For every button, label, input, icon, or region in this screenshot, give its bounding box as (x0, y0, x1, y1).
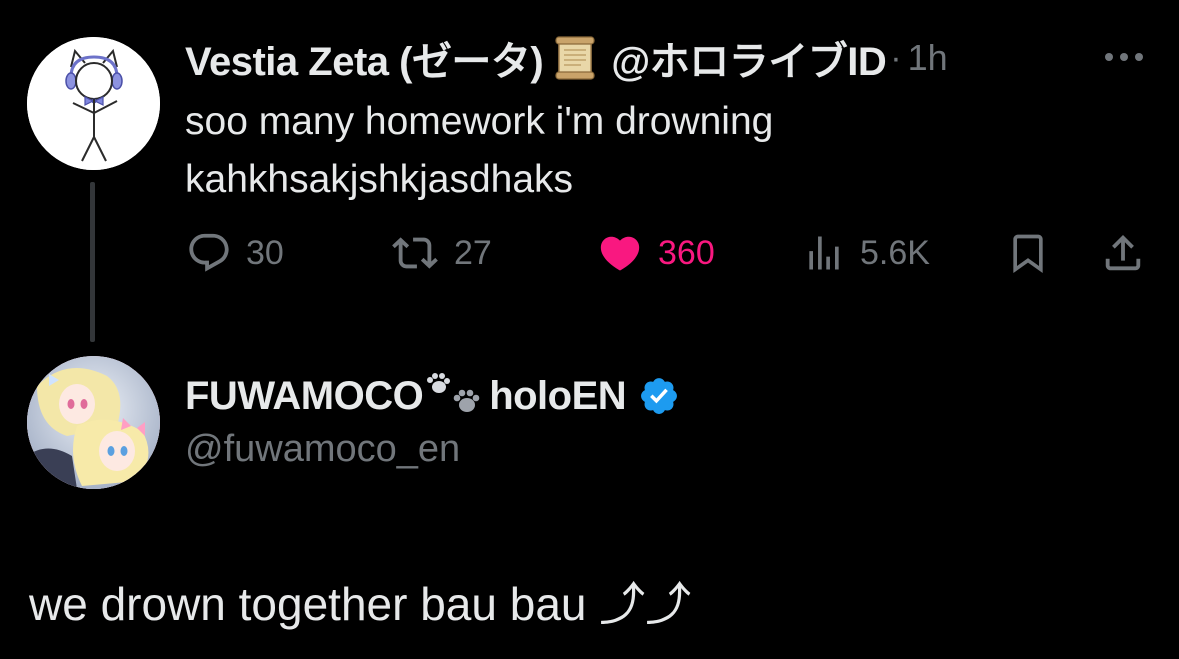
reply-count: 30 (246, 233, 284, 272)
reply-tweet-header: FUWAMOCO holoEN (185, 370, 680, 422)
timestamp[interactable]: 1h (908, 37, 948, 79)
paw-prints-icon (425, 373, 487, 419)
avatar[interactable] (27, 37, 160, 170)
user-handle[interactable]: @fuwamoco_en (185, 428, 460, 471)
view-count: 5.6K (860, 233, 930, 272)
like-button[interactable]: 360 (596, 226, 715, 280)
reply-button[interactable]: 30 (186, 226, 284, 280)
parent-tweet-header: Vestia Zeta (ゼータ) @ホロライブID · 1h (185, 34, 948, 84)
stick-figure-cat-avatar-icon (27, 37, 160, 170)
retweet-icon (390, 230, 440, 276)
views-button[interactable]: 5.6K (802, 226, 930, 280)
retweet-count: 27 (454, 233, 492, 272)
verified-badge-icon (638, 375, 680, 417)
views-chart-icon (802, 230, 846, 276)
display-name-suffix[interactable]: holoEN (489, 374, 626, 419)
share-icon (1100, 229, 1146, 277)
like-count: 360 (658, 233, 715, 272)
anime-twins-avatar-icon (27, 356, 160, 489)
separator-dot: · (890, 38, 902, 77)
tweet-text-line: kahkhsakjshkjasdhaks (185, 158, 574, 201)
bookmark-icon (1006, 229, 1050, 277)
more-options-icon[interactable] (1102, 50, 1146, 64)
heart-icon (596, 230, 644, 276)
retweet-button[interactable]: 27 (390, 226, 492, 280)
bookmark-button[interactable] (1006, 226, 1050, 280)
display-name[interactable]: FUWAMOCO (185, 374, 424, 419)
reply-icon (186, 230, 232, 276)
user-handle[interactable]: @ホロライブID (611, 29, 887, 87)
tweet-text-line: soo many homework i'm drowning (185, 100, 774, 143)
share-button[interactable] (1100, 226, 1146, 280)
avatar[interactable] (27, 356, 160, 489)
tweet-text: soo many homework i'm drowning kahkhsakj… (185, 93, 1145, 209)
display-name[interactable]: Vestia Zeta (ゼータ) (185, 29, 544, 87)
thread-connector-line (90, 182, 95, 342)
reply-tweet-text: we drown together bau bau ⤴︎⤴︎ (29, 578, 692, 630)
scroll-emoji-icon (553, 35, 597, 81)
